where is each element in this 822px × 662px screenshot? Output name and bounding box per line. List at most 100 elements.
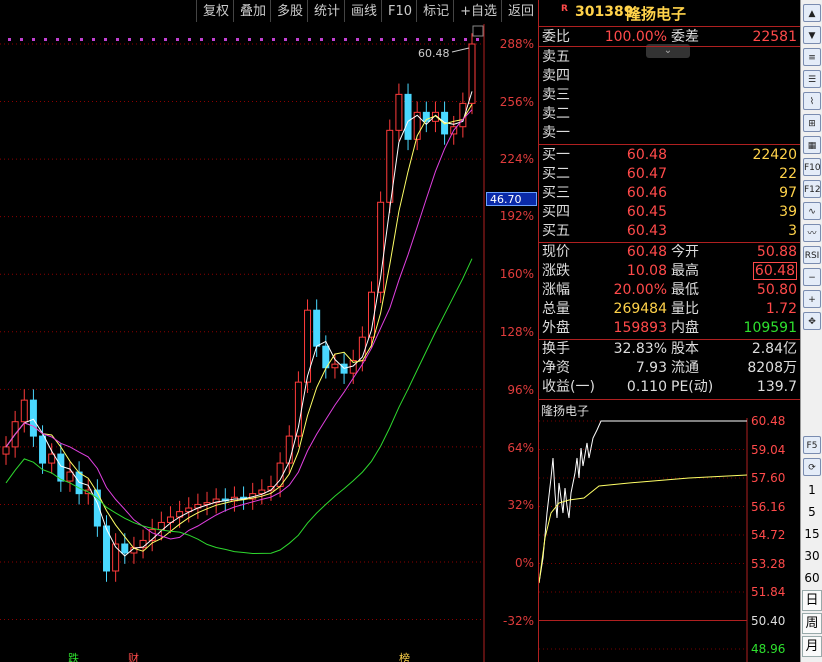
top-marker-dot bbox=[20, 38, 23, 41]
buy-row[interactable]: 买一 60.48 22420 bbox=[539, 146, 801, 164]
event-mark[interactable]: 榜 bbox=[399, 650, 410, 662]
up-arrow-icon[interactable]: ▲ bbox=[803, 4, 821, 22]
fund-label: 收益(一) bbox=[542, 379, 595, 395]
buy-row[interactable]: 买四 60.45 39 bbox=[539, 203, 801, 221]
fund-label: 股本 bbox=[671, 341, 699, 357]
stat-value: 109591 bbox=[743, 320, 797, 336]
buy-label: 买五 bbox=[542, 223, 570, 239]
sell-row[interactable]: 卖一 bbox=[539, 124, 801, 142]
mark-button[interactable]: 标记 bbox=[416, 0, 453, 22]
top-marker-dot bbox=[104, 38, 107, 41]
top-marker-dot bbox=[260, 38, 263, 41]
chart-icon[interactable]: ▦ bbox=[803, 136, 821, 154]
list-icon[interactable]: ≡ bbox=[803, 48, 821, 66]
macd-icon[interactable]: 〰 bbox=[803, 224, 821, 242]
sell-label: 卖三 bbox=[542, 87, 570, 103]
period-button[interactable]: 月 bbox=[802, 636, 822, 657]
stat-row: 总量 269484 量比 1.72 bbox=[539, 300, 801, 318]
stock-name: 隆扬电子 bbox=[626, 5, 687, 23]
kline-chart-canvas[interactable] bbox=[0, 0, 538, 662]
event-marks: 跌 财 榜 bbox=[0, 650, 480, 662]
statistics-button[interactable]: 统计 bbox=[307, 0, 344, 22]
period-minute-button[interactable]: 15 bbox=[801, 527, 822, 541]
period-minute-button[interactable]: 5 bbox=[801, 505, 822, 519]
sell-row[interactable]: 卖二 bbox=[539, 105, 801, 123]
scroll-box-icon bbox=[472, 25, 484, 37]
top-marker-dot bbox=[236, 38, 239, 41]
top-marker-dot bbox=[116, 38, 119, 41]
candle-icon[interactable]: ⊞ bbox=[803, 114, 821, 132]
mini-axis-label: 51.84 bbox=[751, 585, 786, 599]
event-mark[interactable]: 财 bbox=[128, 650, 139, 662]
period-minute-button[interactable]: 60 bbox=[801, 571, 822, 585]
stat-label: 内盘 bbox=[671, 320, 699, 336]
event-mark[interactable]: 跌 bbox=[68, 650, 79, 662]
move-icon[interactable]: ✥ bbox=[803, 312, 821, 330]
axis-tick-label: -32% bbox=[502, 614, 534, 628]
fund-value: 0.110 bbox=[626, 379, 667, 395]
period-minute-button[interactable]: 1 bbox=[801, 483, 822, 497]
buy-label: 买二 bbox=[542, 166, 570, 182]
down-candle bbox=[404, 93, 412, 140]
zoom-in-icon[interactable]: + bbox=[803, 290, 821, 308]
buy-volume: 97 bbox=[779, 185, 797, 201]
stat-value: 60.48 bbox=[626, 244, 667, 260]
buy-row[interactable]: 买二 60.47 22 bbox=[539, 165, 801, 183]
draw-line-button[interactable]: 画线 bbox=[344, 0, 381, 22]
add-watchlist-button[interactable]: +自选 bbox=[453, 0, 501, 22]
stat-value: 1.72 bbox=[765, 301, 797, 317]
stat-value: 159893 bbox=[613, 320, 667, 336]
back-button[interactable]: 返回 bbox=[500, 0, 538, 22]
period-minute-button[interactable]: 30 bbox=[801, 549, 822, 563]
sell-row[interactable]: 卖三 bbox=[539, 86, 801, 104]
fundamental-row: 净资 7.93 流通 8208万 bbox=[539, 359, 801, 377]
multi-stock-button[interactable]: 多股 bbox=[269, 0, 307, 22]
buy-row[interactable]: 买五 60.43 3 bbox=[539, 222, 801, 240]
sell-row[interactable]: 卖四 bbox=[539, 67, 801, 85]
down-candle bbox=[57, 453, 65, 482]
side-toolbar: ▲ ▼ ≡ ☰ ⌇ ⊞ ▦ F10 F12 ∿ 〰 RSI − + ✥ F5 ⟳ 1 5 15 30 60 日周月 bbox=[800, 0, 822, 662]
stat-row: 涨跌 10.08 最高 60.48 bbox=[539, 262, 801, 280]
top-marker-dot bbox=[320, 38, 323, 41]
down-arrow-icon[interactable]: ▼ bbox=[803, 26, 821, 44]
stat-label: 涨幅 bbox=[542, 282, 570, 298]
overlay-button[interactable]: 叠加 bbox=[232, 0, 270, 22]
buy-label: 买一 bbox=[542, 147, 570, 163]
weicha-value: 22581 bbox=[752, 29, 797, 45]
list2-icon[interactable]: ☰ bbox=[803, 70, 821, 88]
f5-button[interactable]: F5 bbox=[803, 436, 821, 454]
axis-tick-label: 288% bbox=[499, 37, 534, 51]
quote-panel: R 301389 隆扬电子 委比 100.00% 委差 22581 ⌄ 卖五 卖… bbox=[538, 0, 801, 662]
top-marker-dot bbox=[416, 38, 419, 41]
tick-chart-icon[interactable]: ⌇ bbox=[803, 92, 821, 110]
period-button[interactable]: 周 bbox=[802, 613, 822, 634]
axis-tick-label: 128% bbox=[499, 325, 534, 339]
f10-button[interactable]: F10 bbox=[381, 0, 416, 22]
peak-arrow-icon bbox=[451, 47, 470, 53]
mini-axis-label: 60.48 bbox=[751, 414, 786, 428]
refresh-icon[interactable]: ⟳ bbox=[803, 458, 821, 476]
top-marker-dot bbox=[464, 38, 467, 41]
period-button[interactable]: 日 bbox=[802, 590, 822, 611]
zoom-out-icon[interactable]: − bbox=[803, 268, 821, 286]
f10-icon[interactable]: F10 bbox=[803, 158, 821, 176]
rsi-icon[interactable]: RSI bbox=[803, 246, 821, 264]
buy-label: 买四 bbox=[542, 204, 570, 220]
sell-row[interactable]: 卖五 bbox=[539, 48, 801, 66]
f12-icon[interactable]: F12 bbox=[803, 180, 821, 198]
buy-row[interactable]: 买三 60.46 97 bbox=[539, 184, 801, 202]
buy-price: 60.47 bbox=[626, 166, 667, 182]
kline-chart-panel[interactable]: 复权 叠加 多股 统计 画线 F10 标记 +自选 返回 288% 256% 2… bbox=[0, 0, 538, 662]
fund-value: 8208万 bbox=[747, 360, 797, 376]
fund-value: 139.7 bbox=[756, 379, 797, 395]
top-marker-dot bbox=[308, 38, 311, 41]
top-marker-dot bbox=[200, 38, 203, 41]
stat-value: 269484 bbox=[613, 301, 667, 317]
up-candle bbox=[395, 93, 403, 131]
top-marker-dot bbox=[164, 38, 167, 41]
wave-icon[interactable]: ∿ bbox=[803, 202, 821, 220]
stat-label: 今开 bbox=[671, 244, 699, 260]
up-candle bbox=[20, 399, 28, 423]
mini-avg-line bbox=[539, 474, 748, 584]
restore-rights-button[interactable]: 复权 bbox=[195, 0, 233, 22]
